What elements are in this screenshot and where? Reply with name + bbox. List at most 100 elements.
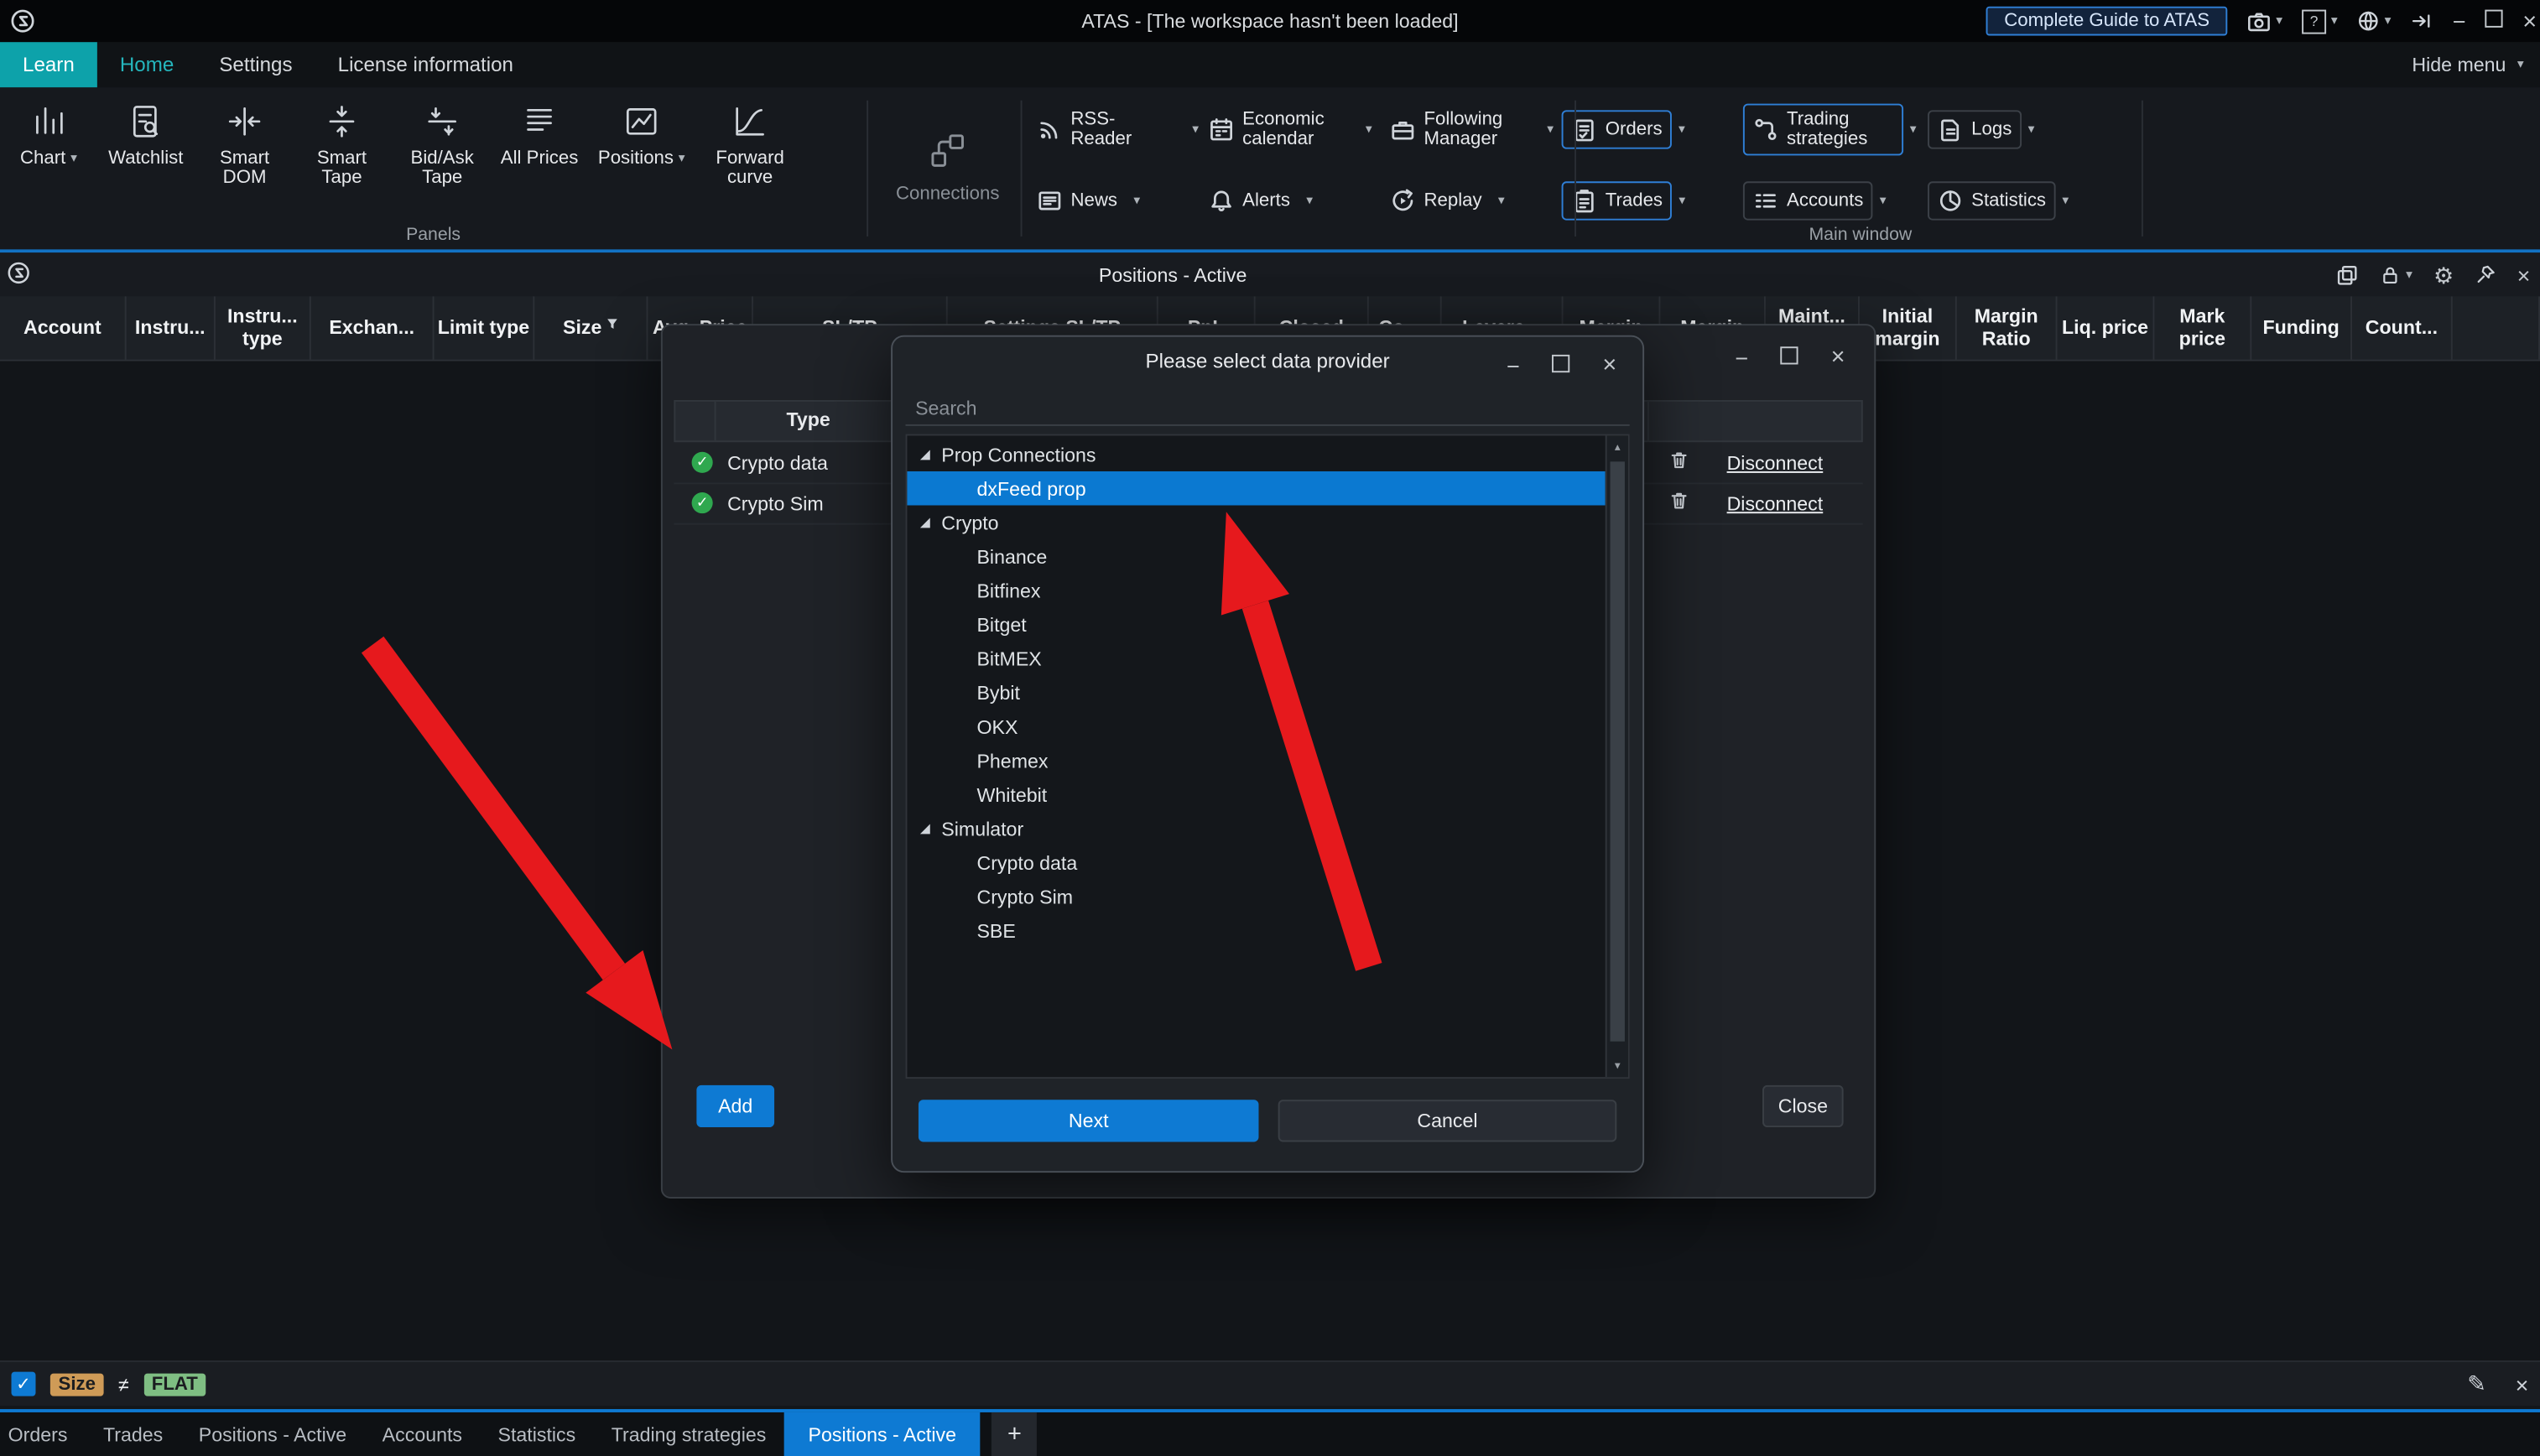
cancel-button[interactable]: Cancel [1278, 1100, 1617, 1141]
disconnect-link[interactable]: Disconnect [1727, 451, 1824, 474]
language-button[interactable]: ▾ [2357, 10, 2392, 33]
close-button[interactable]: × [1831, 345, 1845, 369]
tree-item-bybit[interactable]: Bybit [907, 675, 1605, 710]
bottom-tab-accounts[interactable]: Accounts [364, 1412, 480, 1456]
bottom-tab-orders[interactable]: Orders [0, 1412, 86, 1456]
tree-item-crypto-data[interactable]: Crypto data [907, 845, 1605, 880]
tree-item-binance[interactable]: Binance [907, 539, 1605, 574]
expander-icon[interactable]: ◢ [920, 516, 930, 528]
expander-icon[interactable]: ◢ [920, 448, 930, 460]
tree-item-okx[interactable]: OKX [907, 710, 1605, 744]
scroll-down-button[interactable]: ▾ [1607, 1054, 1628, 1077]
collapse-ribbon-button[interactable] [2411, 12, 2433, 31]
column-header-size[interactable]: Size [534, 296, 648, 359]
filter-field-chip[interactable]: Size [50, 1373, 104, 1396]
tree-item-bitmex[interactable]: BitMEX [907, 642, 1605, 676]
ribbon-cell-trading-strategies[interactable]: Trading strategies ▾ [1743, 103, 1928, 156]
ribbon-cell-orders[interactable]: Orders ▾ [1562, 110, 1743, 148]
column-header-exchange[interactable]: Exchan... [311, 296, 435, 359]
connections-button[interactable]: Connections [878, 104, 1018, 231]
next-button[interactable]: Next [919, 1100, 1259, 1141]
ribbon-cell-accounts[interactable]: Accounts ▾ [1743, 181, 1928, 220]
column-header-instrument[interactable]: Instru... [127, 296, 216, 359]
bottom-tab-trades[interactable]: Trades [86, 1412, 181, 1456]
ribbon-cell-replay[interactable]: Replay ▾ [1380, 181, 1561, 220]
scroll-up-button[interactable]: ▴ [1607, 435, 1628, 458]
scroll-thumb[interactable] [1611, 461, 1625, 1041]
add-button[interactable]: Add [696, 1085, 774, 1127]
close-panel-icon[interactable]: × [2517, 263, 2531, 286]
close-button[interactable]: Close [1762, 1085, 1844, 1127]
maximize-button[interactable] [2485, 10, 2503, 33]
tree-item-dxfeed-prop[interactable]: dxFeed prop [907, 471, 1605, 506]
hide-menu-button[interactable]: Hide menu ▾ [2412, 42, 2523, 87]
scrollbar[interactable]: ▴ ▾ [1606, 435, 1628, 1077]
tree-group-prop-connections[interactable]: ◢ Prop Connections [907, 437, 1605, 471]
tree-item-bitfinex[interactable]: Bitfinex [907, 574, 1605, 608]
column-header-funding[interactable]: Funding [2251, 296, 2352, 359]
add-tab-button[interactable]: + [992, 1412, 1037, 1456]
tree-item-bitget[interactable]: Bitget [907, 607, 1605, 642]
ribbon-cell-news[interactable]: News ▾ [1027, 181, 1199, 220]
ribbon-cell-following-manager[interactable]: Following Manager ▾ [1380, 103, 1561, 156]
tab-learn[interactable]: Learn [0, 42, 97, 87]
tab-license-information[interactable]: License information [315, 42, 536, 87]
bottom-tab-positions-active[interactable]: Positions - Active [181, 1412, 365, 1456]
trash-icon[interactable] [1668, 489, 1689, 512]
ribbon-button-bid-ask-tape[interactable]: Bid/Ask Tape [395, 99, 489, 190]
duplicate-window-button[interactable] [2336, 263, 2359, 286]
ribbon-button-all-prices[interactable]: All Prices [497, 99, 581, 190]
ribbon-button-forward-curve[interactable]: Forward curve [701, 99, 799, 190]
column-header-instrument-type[interactable]: Instru... type [216, 296, 311, 359]
ribbon-button-watchlist[interactable]: Watchlist [99, 99, 193, 190]
ribbon-cell-economic-calendar[interactable]: Economic calendar ▾ [1199, 103, 1380, 156]
column-header-liq-price[interactable]: Liq. price [2058, 296, 2155, 359]
ribbon-button-positions[interactable]: Positions▾ [590, 99, 694, 190]
maximize-button[interactable] [1781, 346, 1798, 368]
ribbon-cell-statistics[interactable]: Statistics ▾ [1928, 181, 2116, 220]
lock-button[interactable]: ▾ [2380, 263, 2412, 286]
tree-item-crypto-sim[interactable]: Crypto Sim [907, 880, 1605, 914]
close-button[interactable]: × [1602, 353, 1616, 377]
ribbon-button-chart[interactable]: Chart▾ [7, 99, 91, 190]
trash-icon[interactable] [1668, 449, 1689, 471]
column-header-margin-ratio[interactable]: Margin Ratio [1957, 296, 2058, 359]
search-input[interactable] [905, 390, 1629, 425]
tree-item-sbe[interactable]: SBE [907, 913, 1605, 948]
type-column-header[interactable]: Type [760, 408, 857, 431]
bottom-tab-trading-strategies[interactable]: Trading strategies [593, 1412, 783, 1456]
tree-item-whitebit[interactable]: Whitebit [907, 777, 1605, 812]
ribbon-cell-trades[interactable]: Trades ▾ [1562, 181, 1743, 220]
bottom-tab-active-positions[interactable]: Positions - Active [784, 1412, 981, 1456]
screenshot-button[interactable]: ▾ [2246, 11, 2282, 32]
minimize-button[interactable]: − [2453, 10, 2466, 33]
column-header-limit-type[interactable]: Limit type [435, 296, 535, 359]
help-button[interactable]: ? ▾ [2302, 9, 2338, 34]
close-button[interactable]: × [2522, 9, 2537, 34]
edit-pencil-icon[interactable]: ✎ [2467, 1370, 2486, 1398]
minimize-button[interactable]: − [1507, 354, 1520, 377]
disconnect-link[interactable]: Disconnect [1727, 491, 1824, 514]
ribbon-button-smart-dom[interactable]: Smart DOM [200, 99, 288, 190]
ribbon-cell-alerts[interactable]: Alerts ▾ [1199, 181, 1380, 220]
expander-icon[interactable]: ◢ [920, 822, 930, 835]
column-header-account[interactable]: Account [0, 296, 127, 359]
tab-settings[interactable]: Settings [196, 42, 315, 87]
bottom-tab-statistics[interactable]: Statistics [480, 1412, 593, 1456]
tree-item-phemex[interactable]: Phemex [907, 743, 1605, 777]
ribbon-cell-logs[interactable]: Logs ▾ [1928, 110, 2116, 148]
ribbon-cell-rss-reader[interactable]: RSS-Reader ▾ [1027, 103, 1199, 156]
maximize-button[interactable] [1552, 354, 1569, 377]
pin-button[interactable] [2475, 264, 2496, 285]
tree-group-crypto[interactable]: ◢ Crypto [907, 506, 1605, 540]
ribbon-button-smart-tape[interactable]: Smart Tape [296, 99, 387, 190]
filter-value-chip[interactable]: FLAT [143, 1373, 206, 1396]
column-header-mark-price[interactable]: Mark price [2154, 296, 2251, 359]
settings-gear-icon[interactable]: ⚙ [2433, 263, 2454, 286]
filter-checkbox[interactable]: ✓ [12, 1372, 36, 1396]
column-header-count[interactable]: Count... [2352, 296, 2453, 359]
close-filter-icon[interactable]: × [2516, 1371, 2529, 1397]
minimize-button[interactable]: − [1735, 346, 1748, 368]
tab-home[interactable]: Home [97, 42, 196, 87]
tree-group-simulator[interactable]: ◢ Simulator [907, 811, 1605, 845]
